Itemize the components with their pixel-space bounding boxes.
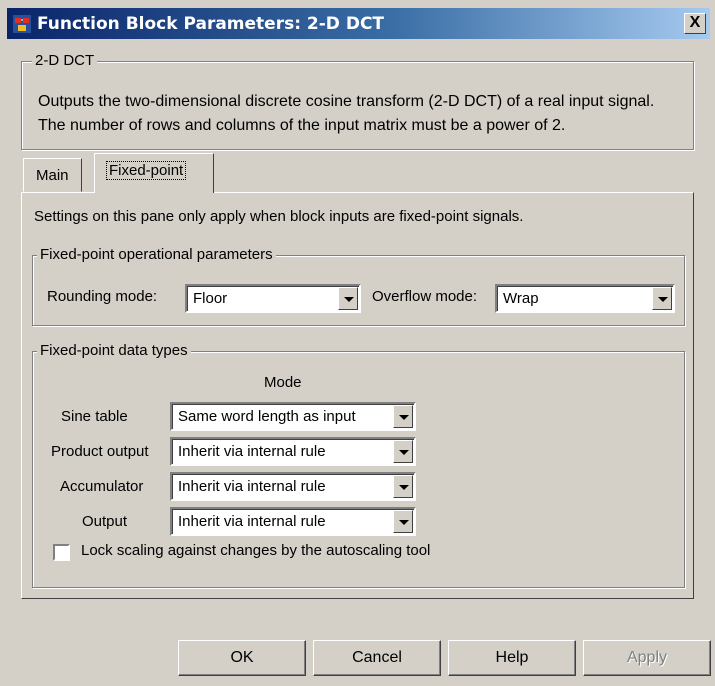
description-line-2: The number of rows and columns of the in… xyxy=(38,117,566,134)
close-button[interactable]: X xyxy=(684,13,706,34)
data-types-label: Fixed-point data types xyxy=(37,342,191,359)
tab-main-label: Main xyxy=(36,167,69,184)
tab-main[interactable]: Main xyxy=(23,158,82,192)
block-group-label: 2-D DCT xyxy=(32,52,98,69)
chevron-down-icon[interactable] xyxy=(393,405,413,428)
product-output-value: Inherit via internal rule xyxy=(178,443,326,460)
fixed-point-pane: Settings on this pane only apply when bl… xyxy=(21,192,694,599)
lock-scaling-checkbox[interactable] xyxy=(53,544,70,561)
cancel-button[interactable]: Cancel xyxy=(313,640,441,676)
accumulator-label: Accumulator xyxy=(60,478,144,495)
accumulator-value: Inherit via internal rule xyxy=(178,478,326,495)
chevron-down-icon[interactable] xyxy=(393,510,413,533)
output-select[interactable]: Inherit via internal rule xyxy=(170,507,416,536)
rounding-mode-select[interactable]: Floor xyxy=(185,284,361,313)
chevron-down-icon[interactable] xyxy=(338,287,358,310)
output-label: Output xyxy=(82,513,128,530)
dialog-window: Function Block Parameters: 2-D DCT X 2-D… xyxy=(0,0,715,686)
operational-params-label: Fixed-point operational parameters xyxy=(37,246,276,263)
ok-button[interactable]: OK xyxy=(178,640,306,676)
sine-table-value: Same word length as input xyxy=(178,408,356,425)
tab-fixed-point-label: Fixed-point xyxy=(105,161,187,180)
window-title: Function Block Parameters: 2-D DCT xyxy=(37,14,385,34)
sine-table-select[interactable]: Same word length as input xyxy=(170,402,416,431)
rounding-mode-value: Floor xyxy=(193,290,228,307)
simulink-block-icon xyxy=(13,15,31,33)
apply-button[interactable]: Apply xyxy=(583,640,711,676)
accumulator-select[interactable]: Inherit via internal rule xyxy=(170,472,416,501)
chevron-down-icon[interactable] xyxy=(393,440,413,463)
chevron-down-icon[interactable] xyxy=(652,287,672,310)
mode-column-header: Mode xyxy=(264,374,302,391)
overflow-mode-label: Overflow mode: xyxy=(372,288,478,305)
title-bar[interactable]: Function Block Parameters: 2-D DCT X xyxy=(7,8,710,39)
pane-note: Settings on this pane only apply when bl… xyxy=(34,208,524,225)
description-line-1: Outputs the two-dimensional discrete cos… xyxy=(38,93,655,110)
sine-table-label: Sine table xyxy=(61,408,128,425)
operational-params-group: Fixed-point operational parameters Round… xyxy=(32,246,685,326)
product-output-select[interactable]: Inherit via internal rule xyxy=(170,437,416,466)
rounding-mode-label: Rounding mode: xyxy=(47,288,158,305)
output-value: Inherit via internal rule xyxy=(178,513,326,530)
overflow-mode-select[interactable]: Wrap xyxy=(495,284,675,313)
tab-fixed-point[interactable]: Fixed-point xyxy=(94,153,214,193)
help-button[interactable]: Help xyxy=(448,640,576,676)
chevron-down-icon[interactable] xyxy=(393,475,413,498)
overflow-mode-value: Wrap xyxy=(503,290,539,307)
block-description: Outputs the two-dimensional discrete cos… xyxy=(38,90,715,138)
lock-scaling-label[interactable]: Lock scaling against changes by the auto… xyxy=(81,542,430,559)
product-output-label: Product output xyxy=(51,443,149,460)
data-types-group: Fixed-point data types Mode Sine table S… xyxy=(32,342,685,588)
